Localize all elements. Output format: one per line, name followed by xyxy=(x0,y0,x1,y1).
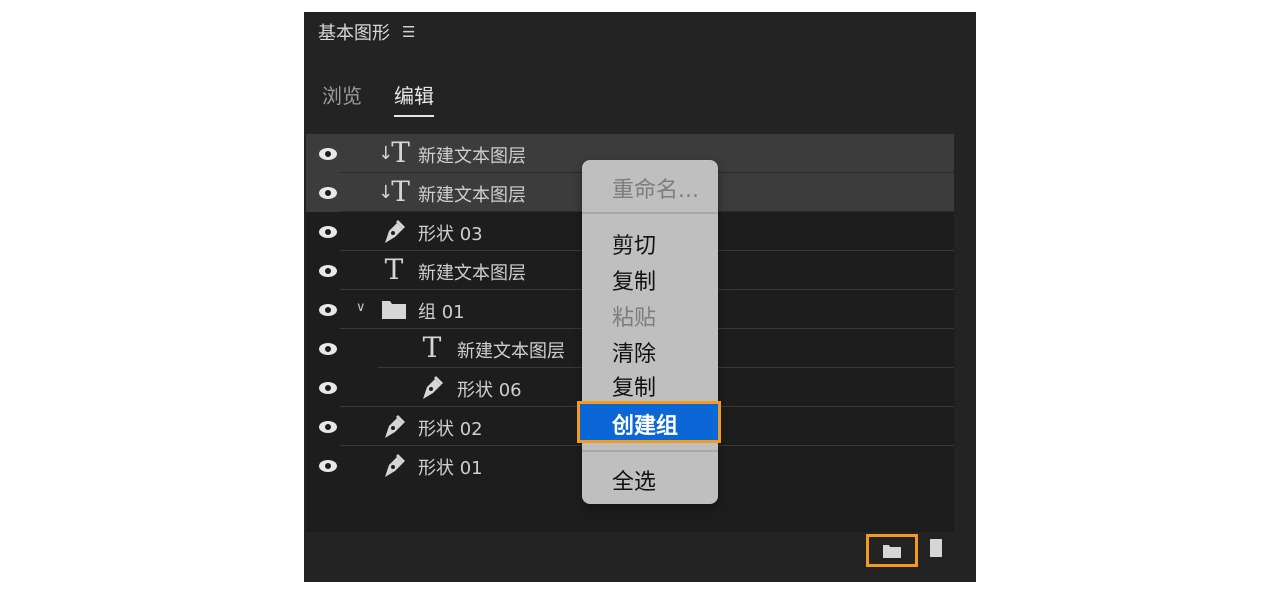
pen-icon xyxy=(378,411,410,441)
layer-label: 形状 03 xyxy=(418,224,483,245)
menu-item-create-group[interactable]: 创建组 xyxy=(577,401,721,443)
eye-icon[interactable] xyxy=(318,222,338,242)
context-menu: 重命名... 剪切 复制 粘贴 清除 复制 全选 xyxy=(582,160,718,504)
text-icon: T xyxy=(422,331,442,364)
menu-item-create-group-label: 创建组 xyxy=(612,414,679,439)
eye-icon[interactable] xyxy=(318,300,338,320)
new-layer-icon[interactable] xyxy=(926,539,942,557)
eye-icon[interactable] xyxy=(318,261,338,281)
eye-icon[interactable] xyxy=(318,417,338,437)
layer-label: 形状 02 xyxy=(418,419,483,440)
menu-item-clear[interactable]: 清除 xyxy=(612,336,656,368)
menu-item-rename: 重命名... xyxy=(612,178,699,203)
eye-icon[interactable] xyxy=(318,456,338,476)
new-group-button[interactable] xyxy=(866,534,918,567)
eye-icon[interactable] xyxy=(318,339,338,359)
layer-label: 形状 06 xyxy=(457,380,522,401)
layer-label: 新建文本图层 xyxy=(457,341,565,362)
layer-label: 形状 01 xyxy=(418,458,483,479)
layer-label: 新建文本图层 xyxy=(418,263,526,284)
eye-icon[interactable] xyxy=(318,144,338,164)
menu-item-select-all[interactable]: 全选 xyxy=(612,464,656,496)
folder-icon xyxy=(883,544,901,558)
folder-icon xyxy=(378,294,410,324)
panel-header: 基本图形 ☰ xyxy=(318,18,415,46)
text-layer-icon: ↓ T xyxy=(378,175,410,208)
layer-label: 新建文本图层 xyxy=(418,185,526,206)
tab-bar: 浏览 编辑 xyxy=(322,80,434,117)
eye-icon[interactable] xyxy=(318,378,338,398)
menu-item-cut[interactable]: 剪切 xyxy=(612,228,656,260)
chevron-down-icon[interactable]: ∨ xyxy=(356,300,366,315)
menu-item-copy[interactable]: 复制 xyxy=(612,264,656,296)
menu-item-duplicate[interactable]: 复制 xyxy=(612,370,656,402)
panel-title: 基本图形 xyxy=(318,23,390,44)
tab-browse[interactable]: 浏览 xyxy=(322,80,362,117)
pen-icon xyxy=(416,372,448,402)
hamburger-menu-icon[interactable]: ☰ xyxy=(402,23,415,41)
eye-icon[interactable] xyxy=(318,183,338,203)
layer-label: 组 01 xyxy=(418,302,465,323)
text-layer-icon: ↓ T xyxy=(378,136,410,169)
text-icon: T xyxy=(384,253,404,286)
pen-icon xyxy=(378,216,410,246)
tab-edit[interactable]: 编辑 xyxy=(394,80,434,117)
pen-icon xyxy=(378,450,410,480)
layer-label: 新建文本图层 xyxy=(418,146,526,167)
menu-item-paste: 粘贴 xyxy=(612,306,657,331)
